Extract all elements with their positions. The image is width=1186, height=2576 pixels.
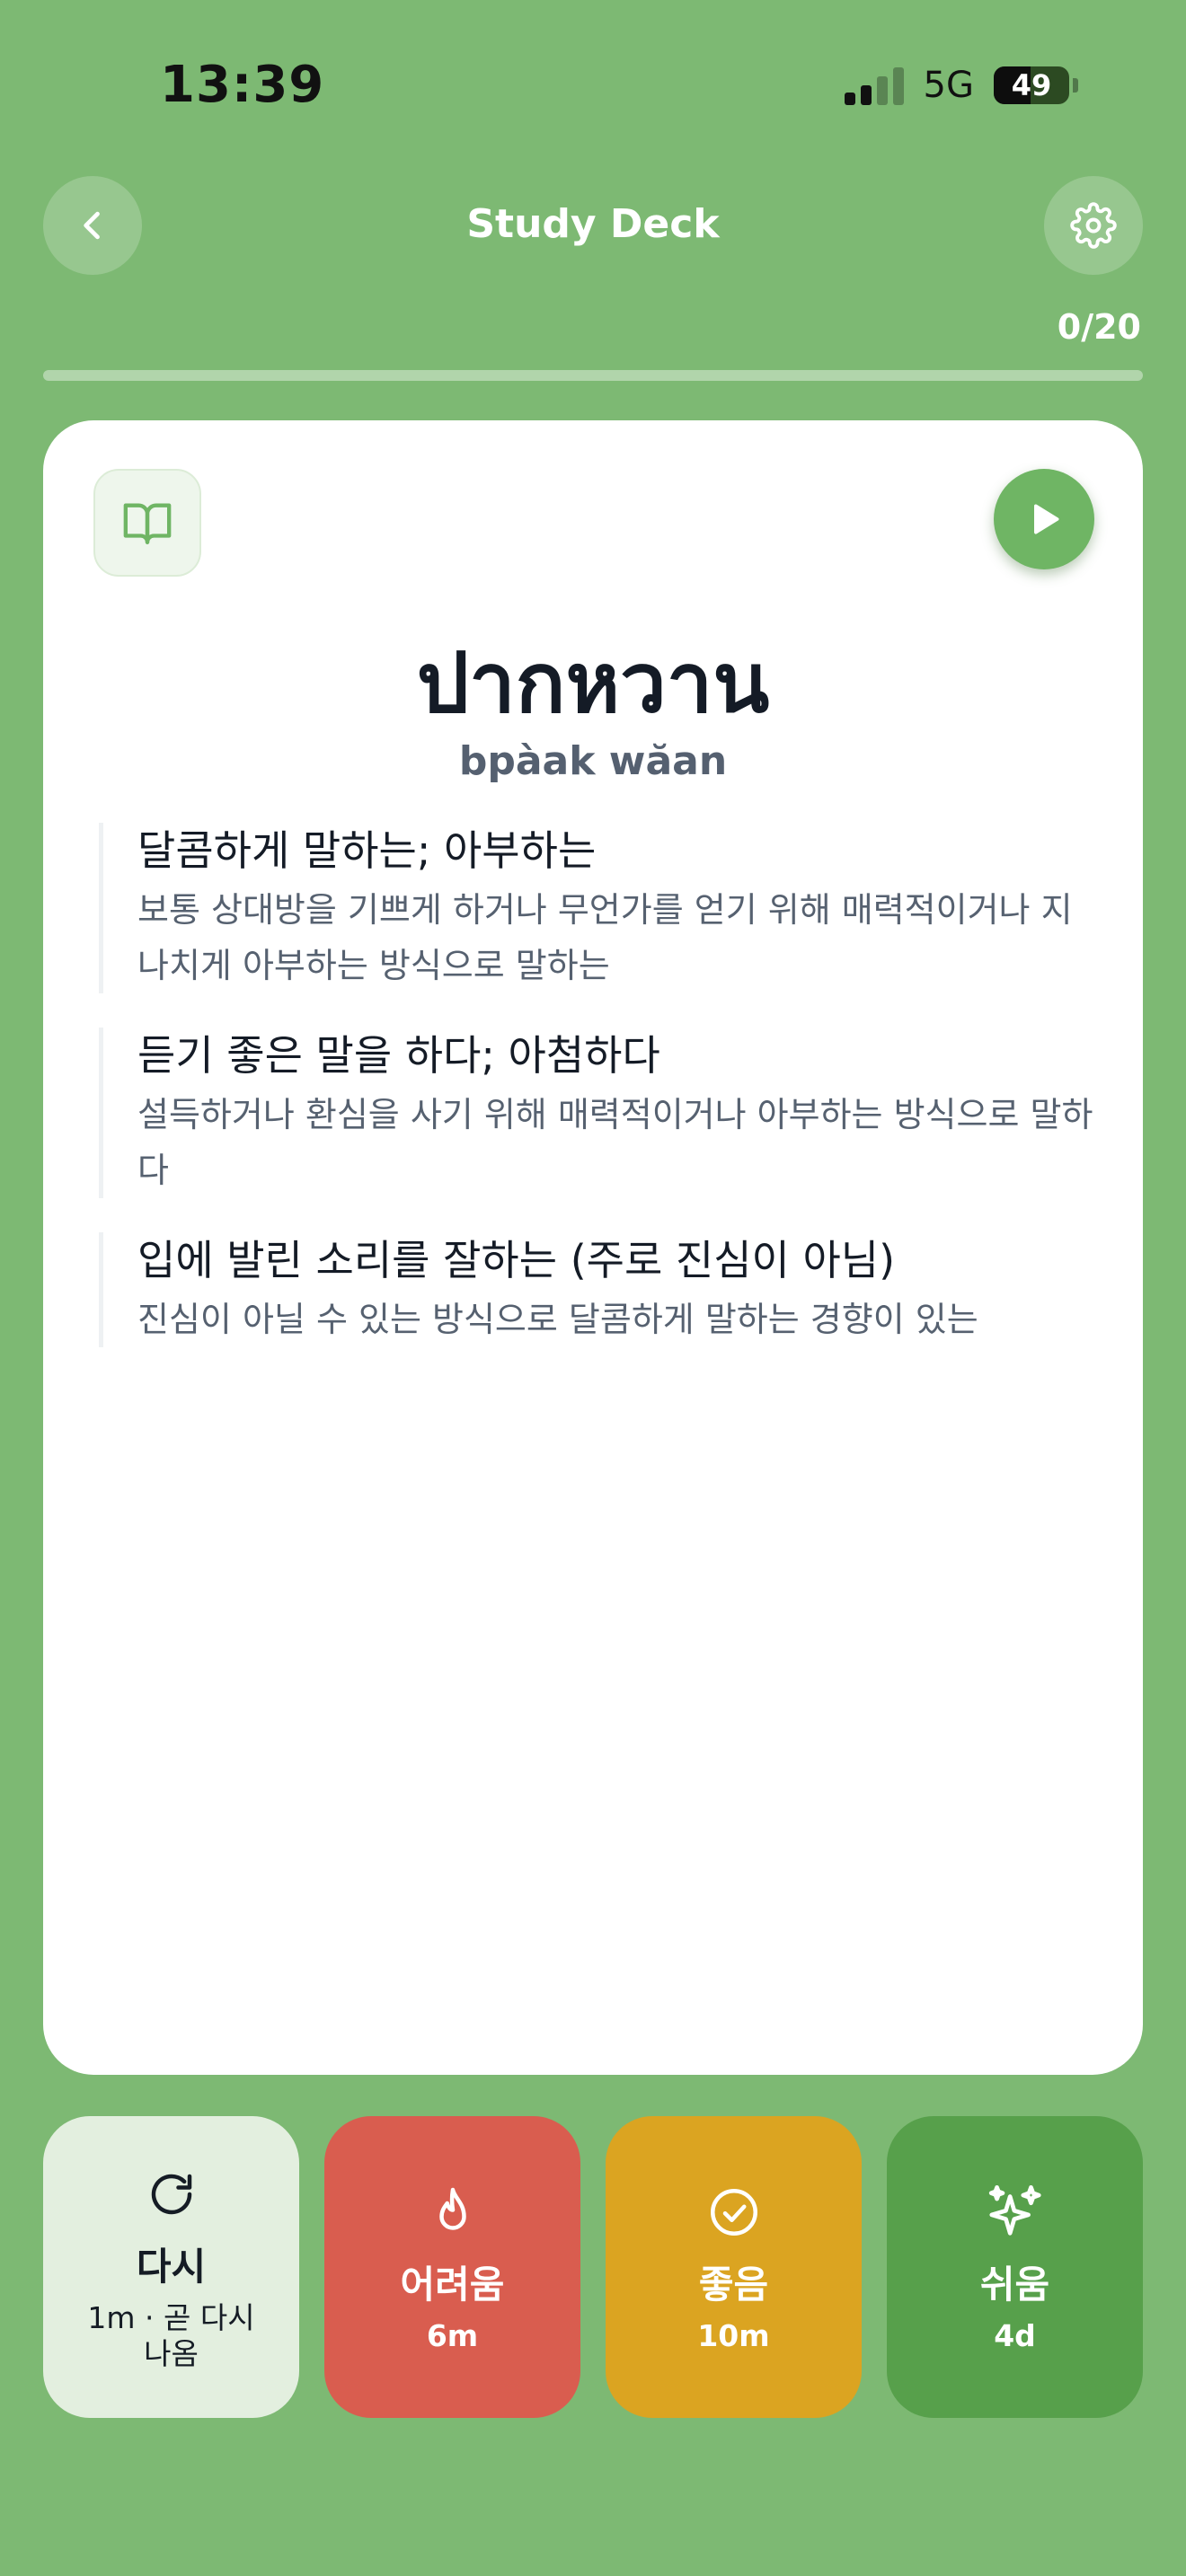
- definition-item: 달콤하게 말하는; 아부하는 보통 상대방을 기쁘게 하거나 무언가를 얻기 위…: [99, 823, 1096, 993]
- card-word: ปากหวาน: [416, 635, 770, 731]
- settings-button[interactable]: [1044, 176, 1143, 275]
- status-bar: 13:39 5G 49: [0, 0, 1186, 171]
- definition-description: 설득하거나 환심을 사기 위해 매력적이거나 아부하는 방식으로 말하다: [137, 1095, 1093, 1190]
- again-label: 다시: [136, 2244, 207, 2289]
- easy-label: 쉬움: [979, 2262, 1050, 2307]
- flashcard[interactable]: ปากหวาน bpàak wăan 달콤하게 말하는; 아부하는 보통 상대방…: [43, 420, 1143, 2075]
- hard-button[interactable]: 어려움 6m: [324, 2116, 580, 2418]
- definition-title: 듣기 좋은 말을 하다; 아첨하다: [137, 1031, 660, 1080]
- definition-list: 달콤하게 말하는; 아부하는 보통 상대방을 기쁘게 하거나 무언가를 얻기 위…: [99, 823, 1096, 1381]
- answer-buttons: 다시 1m · 곧 다시 나옴 어려움 6m 좋음 10m 쉬움 4d: [43, 2116, 1143, 2418]
- definition-description: 진심이 아닐 수 있는 방식으로 달콤하게 말하는 경향이 있는: [137, 1300, 978, 1339]
- hard-interval: 6m: [426, 2317, 479, 2353]
- definition-item: 듣기 좋은 말을 하다; 아첨하다 설득하거나 환심을 사기 위해 매력적이거나…: [99, 1028, 1096, 1198]
- progress-count: 0/20: [1057, 307, 1141, 347]
- sparkles-icon: [988, 2184, 1041, 2236]
- status-indicators: 5G 49: [844, 65, 1078, 106]
- hard-label: 어려움: [400, 2262, 505, 2307]
- progress-bar: [43, 370, 1143, 381]
- easy-interval: 4d: [994, 2317, 1036, 2353]
- page-title: Study Deck: [466, 201, 720, 247]
- definition-title: 달콤하게 말하는; 아부하는: [137, 826, 597, 875]
- play-icon: [1034, 504, 1059, 534]
- dictionary-button[interactable]: [93, 469, 201, 577]
- definition-description: 보통 상대방을 기쁘게 하거나 무언가를 얻기 위해 매력적이거나 지나치게 아…: [137, 890, 1073, 985]
- gear-icon: [1070, 202, 1117, 249]
- book-open-icon: [123, 503, 172, 544]
- network-label: 5G: [923, 65, 974, 106]
- signal-icon: [844, 66, 904, 105]
- again-button[interactable]: 다시 1m · 곧 다시 나옴: [43, 2116, 299, 2418]
- again-interval: 1m · 곧 다시 나옴: [87, 2299, 255, 2371]
- status-time: 13:39: [160, 56, 325, 114]
- easy-button[interactable]: 쉬움 4d: [887, 2116, 1143, 2418]
- definition-item: 입에 발린 소리를 잘하는 (주로 진심이 아님) 진심이 아닐 수 있는 방식…: [99, 1232, 1096, 1347]
- battery-level: 49: [1011, 68, 1052, 102]
- flame-icon: [438, 2187, 466, 2230]
- battery-icon: 49: [994, 66, 1069, 104]
- header: Study Deck: [0, 176, 1186, 275]
- good-interval: 10m: [697, 2317, 770, 2353]
- play-audio-button[interactable]: [994, 469, 1094, 569]
- card-romanization: bpàak wăan: [458, 738, 728, 784]
- definition-title: 입에 발린 소리를 잘하는 (주로 진심이 아님): [137, 1236, 896, 1284]
- check-circle-icon: [710, 2188, 757, 2236]
- refresh-icon: [151, 2174, 191, 2214]
- good-label: 좋음: [698, 2262, 769, 2307]
- good-button[interactable]: 좋음 10m: [606, 2116, 862, 2418]
